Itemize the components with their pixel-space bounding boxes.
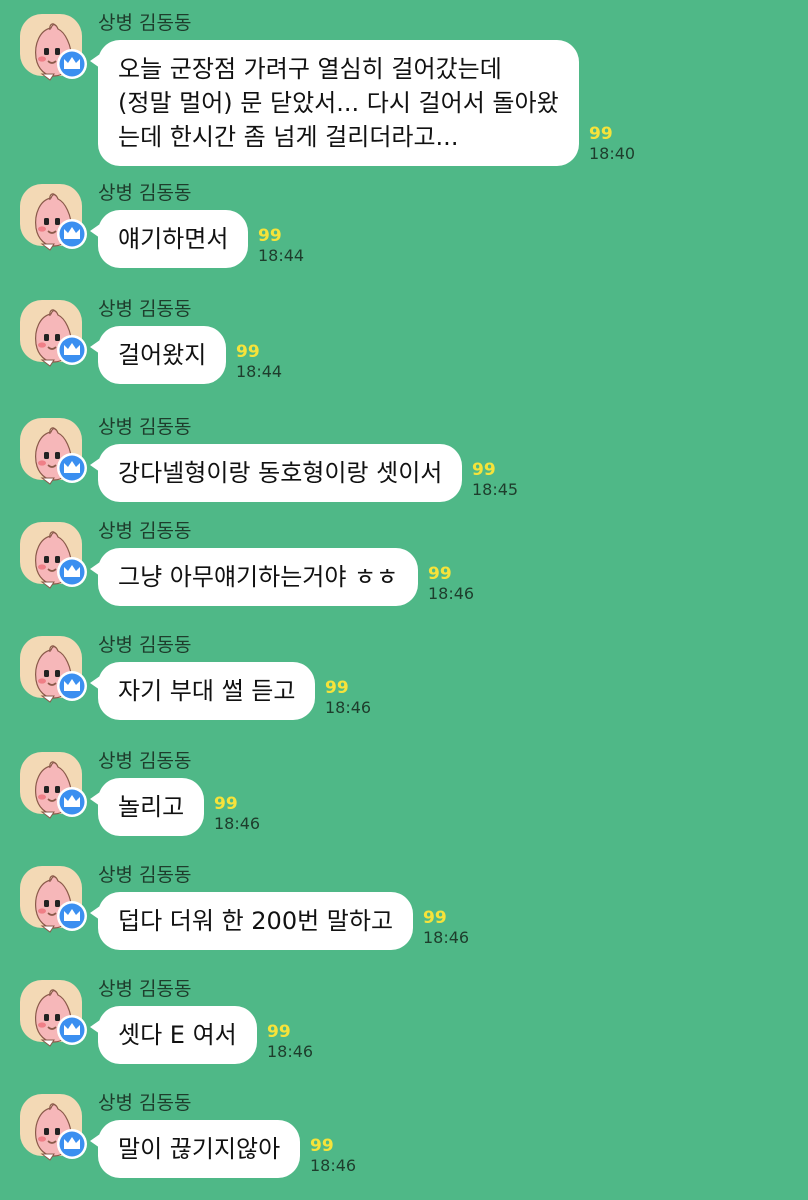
- unread-count: 99: [472, 460, 496, 480]
- sender-name[interactable]: 상병 김동동: [98, 412, 191, 439]
- unread-count: 99: [214, 794, 238, 814]
- avatar[interactable]: [20, 752, 87, 819]
- sender-name[interactable]: 상병 김동동: [98, 974, 191, 1001]
- avatar[interactable]: [20, 184, 87, 251]
- chat-room[interactable]: 상병 김동동오늘 군장점 가려구 열심히 걸어갔는데 (정말 멀어) 문 닫았서…: [0, 0, 808, 1200]
- unread-count: 99: [236, 342, 260, 362]
- message-time: 18:46: [267, 1042, 314, 1061]
- apeach-avatar-icon: [35, 23, 87, 81]
- crown-icon: [57, 901, 87, 931]
- message-time: 18:44: [258, 246, 305, 265]
- crown-icon: [57, 557, 87, 587]
- message-time: 18:46: [214, 814, 261, 833]
- apeach-avatar-icon: [35, 531, 87, 589]
- sender-name[interactable]: 상병 김동동: [98, 516, 191, 543]
- sender-name[interactable]: 상병 김동동: [98, 630, 191, 657]
- apeach-avatar-icon: [35, 309, 87, 367]
- sender-name[interactable]: 상병 김동동: [98, 1088, 191, 1115]
- message-meta: 99 18:46: [325, 678, 371, 718]
- apeach-avatar-icon: [35, 761, 87, 819]
- sender-name[interactable]: 상병 김동동: [98, 178, 191, 205]
- message-meta: 99 18:46: [310, 1136, 356, 1176]
- sender-name[interactable]: 상병 김동동: [98, 860, 191, 887]
- apeach-avatar-icon: [35, 645, 87, 703]
- unread-count: 99: [310, 1136, 334, 1156]
- message-bubble[interactable]: 그냥 아무얘기하는거야 ㅎㅎ: [89, 548, 419, 606]
- apeach-avatar-icon: [35, 989, 87, 1047]
- message-meta: 99 18:45: [472, 460, 518, 500]
- crown-icon: [57, 219, 87, 249]
- crown-icon: [57, 335, 87, 365]
- avatar[interactable]: [20, 636, 87, 703]
- message-bubble[interactable]: 강다넬형이랑 동호형이랑 셋이서: [89, 444, 463, 502]
- avatar[interactable]: [20, 418, 87, 485]
- avatar[interactable]: [20, 866, 87, 933]
- avatar[interactable]: [20, 1094, 87, 1161]
- message-meta: 99 18:46: [423, 908, 469, 948]
- apeach-avatar-icon: [35, 427, 87, 485]
- message-time: 18:45: [472, 480, 519, 499]
- avatar[interactable]: [20, 522, 87, 589]
- message-bubble[interactable]: 걸어왔지: [89, 326, 227, 384]
- message-time: 18:40: [589, 144, 636, 163]
- crown-icon: [57, 1015, 87, 1045]
- crown-icon: [57, 671, 87, 701]
- avatar[interactable]: [20, 980, 87, 1047]
- message-time: 18:46: [325, 698, 372, 717]
- message-meta: 99 18:44: [236, 342, 282, 382]
- message-bubble[interactable]: 얘기하면서: [89, 210, 249, 268]
- apeach-avatar-icon: [35, 875, 87, 933]
- sender-name[interactable]: 상병 김동동: [98, 294, 191, 321]
- apeach-avatar-icon: [35, 193, 87, 251]
- message-meta: 99 18:46: [214, 794, 260, 834]
- sender-name[interactable]: 상병 김동동: [98, 8, 191, 35]
- unread-count: 99: [589, 124, 613, 144]
- message-bubble[interactable]: 덥다 더워 한 200번 말하고: [89, 892, 414, 950]
- sender-name[interactable]: 상병 김동동: [98, 746, 191, 773]
- unread-count: 99: [423, 908, 447, 928]
- avatar[interactable]: [20, 14, 87, 81]
- unread-count: 99: [428, 564, 452, 584]
- message-bubble[interactable]: 오늘 군장점 가려구 열심히 걸어갔는데 (정말 멀어) 문 닫았서... 다시…: [90, 40, 579, 166]
- message-time: 18:46: [310, 1156, 357, 1175]
- crown-icon: [57, 453, 87, 483]
- message-bubble[interactable]: 놀리고: [89, 778, 205, 836]
- avatar[interactable]: [20, 300, 87, 367]
- message-time: 18:46: [423, 928, 470, 947]
- message-meta: 99 18:46: [428, 564, 474, 604]
- message-time: 18:44: [236, 362, 283, 381]
- message-meta: 99 18:40: [589, 124, 635, 164]
- message-bubble[interactable]: 자기 부대 썰 듣고: [89, 662, 316, 720]
- message-time: 18:46: [428, 584, 475, 603]
- apeach-avatar-icon: [35, 1103, 87, 1161]
- unread-count: 99: [325, 678, 349, 698]
- crown-icon: [57, 1129, 87, 1159]
- crown-icon: [57, 49, 87, 79]
- crown-icon: [57, 787, 87, 817]
- unread-count: 99: [258, 226, 282, 246]
- unread-count: 99: [267, 1022, 291, 1042]
- message-meta: 99 18:44: [258, 226, 304, 266]
- message-meta: 99 18:46: [267, 1022, 313, 1062]
- message-bubble[interactable]: 말이 끊기지않아: [89, 1120, 301, 1178]
- message-bubble[interactable]: 셋다 E 여서: [90, 1006, 257, 1064]
